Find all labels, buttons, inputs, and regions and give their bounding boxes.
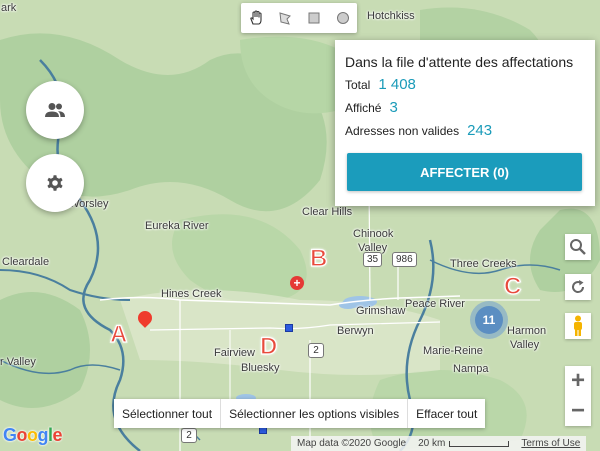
assign-button[interactable]: AFFECTER (0) — [347, 153, 582, 191]
map-attribution: Map data ©2020 Google 20 km Terms of Use — [291, 436, 587, 451]
polygon-icon — [278, 12, 291, 25]
assignment-queue-panel: Dans la file d'attente des affectations … — [335, 40, 595, 206]
refresh-button[interactable] — [565, 274, 591, 300]
select-visible-button[interactable]: Sélectionner les options visibles — [221, 399, 409, 428]
settings-button[interactable] — [26, 154, 84, 212]
marker-cluster[interactable]: 11 — [470, 301, 508, 339]
total-row: Total 1 408 — [345, 76, 584, 93]
selection-bar: Sélectionner tout Sélectionner les optio… — [114, 399, 486, 428]
address-marker[interactable] — [285, 324, 293, 332]
polygon-tool-button[interactable] — [270, 3, 299, 33]
hospital-icon: + — [293, 276, 301, 290]
select-all-button[interactable]: Sélectionner tout — [114, 399, 222, 428]
users-icon — [45, 103, 65, 117]
gear-icon — [47, 175, 63, 191]
street-view-button[interactable] — [565, 313, 591, 339]
zoom-control: + − — [565, 366, 591, 426]
hospital-marker[interactable]: + — [290, 276, 304, 290]
shown-row: Affiché 3 — [345, 99, 584, 116]
users-button[interactable] — [26, 81, 84, 139]
shown-value: 3 — [389, 99, 398, 116]
zoom-in-button[interactable]: + — [565, 366, 591, 396]
invalid-value: 243 — [467, 122, 493, 139]
search-icon — [570, 239, 586, 255]
shown-label: Affiché — [345, 101, 382, 115]
search-button[interactable] — [565, 234, 591, 260]
terms-link[interactable]: Terms of Use — [515, 438, 586, 449]
scale-label: 20 km — [418, 438, 446, 449]
rectangle-tool-button[interactable] — [299, 3, 328, 33]
draw-toolbar — [241, 3, 357, 33]
google-logo: Google — [3, 425, 63, 445]
scale-bar — [449, 440, 510, 447]
circle-tool-button[interactable] — [328, 3, 357, 33]
invalid-label: Adresses non valides — [345, 124, 460, 138]
map-data-credit: Map data ©2020 Google — [297, 438, 407, 449]
hand-tool-button[interactable] — [241, 3, 270, 33]
circle-icon — [336, 12, 349, 24]
pegman-icon — [574, 315, 582, 336]
hand-icon — [249, 10, 262, 25]
zoom-out-button[interactable]: − — [565, 396, 591, 426]
clear-all-button[interactable]: Effacer tout — [408, 399, 485, 428]
total-value: 1 408 — [378, 76, 416, 93]
invalid-row: Adresses non valides 243 — [345, 122, 584, 139]
rectangle-icon — [308, 12, 319, 24]
refresh-icon — [572, 280, 585, 293]
queue-title: Dans la file d'attente des affectations — [345, 54, 574, 70]
total-label: Total — [345, 78, 371, 92]
